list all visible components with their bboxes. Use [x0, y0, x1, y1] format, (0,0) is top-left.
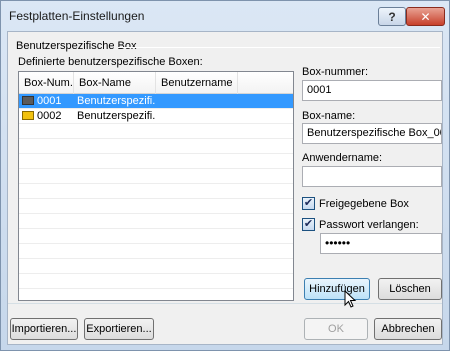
disk-icon	[22, 96, 34, 105]
ok-button[interactable]: OK	[304, 318, 368, 340]
row-number: 0002	[37, 110, 62, 122]
help-icon: ?	[388, 9, 396, 24]
row-number: 0001	[37, 95, 62, 107]
empty-row	[19, 154, 293, 169]
dialog-window: Festplatten-Einstellungen ? ✕ Benutzersp…	[0, 0, 450, 351]
close-icon: ✕	[420, 9, 431, 24]
footer-divider	[8, 303, 442, 304]
user-input[interactable]	[302, 166, 442, 187]
column-header-user[interactable]: Benutzername	[156, 72, 238, 94]
box-list[interactable]: Box-Num... Box-Name Benutzername 0001 Be…	[18, 71, 294, 301]
row-number-cell: 0002	[19, 109, 74, 123]
mouse-cursor-icon	[344, 290, 357, 308]
list-header: Box-Num... Box-Name Benutzername	[19, 72, 293, 94]
close-button[interactable]: ✕	[406, 7, 445, 26]
add-button[interactable]: Hinzufügen	[304, 278, 370, 300]
empty-row	[19, 139, 293, 154]
dialog-client: Benutzerspezifische Box Definierte benut…	[7, 31, 443, 345]
row-user	[156, 94, 238, 108]
empty-row	[19, 214, 293, 229]
box-number-input[interactable]: 0001	[302, 80, 442, 101]
shared-box-label: Freigegebene Box	[319, 197, 409, 210]
user-label: Anwendername:	[302, 152, 383, 164]
group-title: Benutzerspezifische Box	[16, 40, 141, 52]
empty-row	[19, 124, 293, 139]
list-label: Definierte benutzerspezifische Boxen:	[18, 56, 203, 68]
row-number-cell: 0001	[19, 94, 74, 108]
disk-icon	[22, 111, 34, 120]
empty-row	[19, 259, 293, 274]
column-header-box-name[interactable]: Box-Name	[74, 72, 156, 94]
empty-row	[19, 229, 293, 244]
table-row[interactable]: 0002 Benutzerspezifi...	[19, 109, 293, 124]
row-name: Benutzerspezifi...	[77, 110, 156, 122]
export-button[interactable]: Exportieren...	[84, 318, 154, 340]
column-header-box-number[interactable]: Box-Num...	[19, 72, 74, 94]
row-name: Benutzerspezifi...	[77, 95, 156, 107]
empty-row	[19, 274, 293, 289]
table-row[interactable]: 0001 Benutzerspezifi...	[19, 94, 293, 109]
cancel-button[interactable]: Abbrechen	[374, 318, 442, 340]
box-name-input[interactable]: Benutzerspezifische Box_000	[302, 123, 442, 144]
shared-box-checkbox[interactable]: ✔ Freigegebene Box	[302, 197, 409, 210]
empty-row	[19, 169, 293, 184]
box-number-label: Box-nummer:	[302, 66, 369, 78]
window-title: Festplatten-Einstellungen	[9, 9, 145, 23]
help-button[interactable]: ?	[378, 7, 406, 26]
row-user	[156, 109, 238, 123]
box-name-label: Box-name:	[302, 110, 356, 122]
password-required-checkbox[interactable]: ✔ Passwort verlangen:	[302, 218, 419, 231]
checkmark-icon: ✔	[302, 197, 315, 210]
password-input[interactable]: ••••••	[320, 233, 442, 254]
import-button[interactable]: Importieren...	[10, 318, 78, 340]
title-bar: Festplatten-Einstellungen ? ✕	[1, 1, 449, 31]
checkmark-icon: ✔	[302, 218, 315, 231]
empty-row	[19, 244, 293, 259]
group-divider	[118, 47, 440, 48]
empty-row	[19, 199, 293, 214]
empty-row	[19, 184, 293, 199]
delete-button[interactable]: Löschen	[378, 278, 442, 300]
password-required-label: Passwort verlangen:	[319, 218, 419, 231]
